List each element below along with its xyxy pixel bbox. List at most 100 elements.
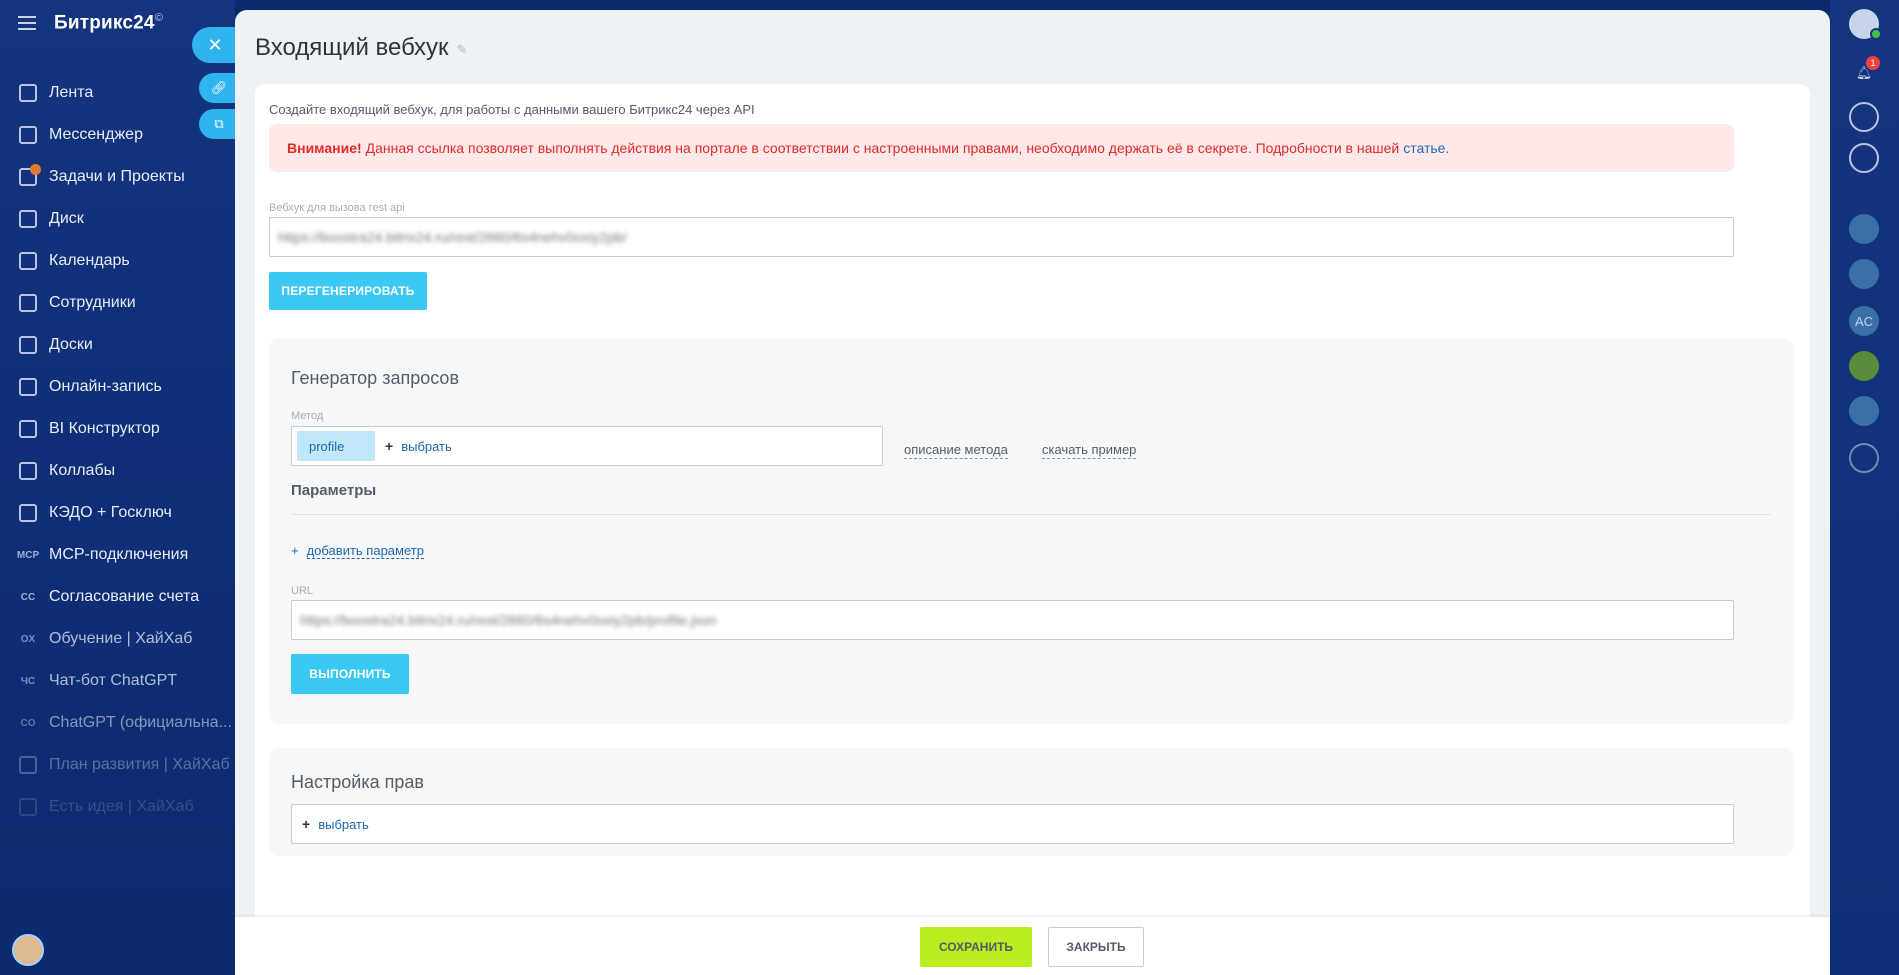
article-link[interactable]: статье. xyxy=(1403,140,1449,156)
sidebar-item[interactable]: Онлайн-запись xyxy=(0,366,235,408)
sidebar-item[interactable]: КЭДО + Госключ xyxy=(0,492,235,534)
copilot-chat-icon[interactable] xyxy=(1849,443,1879,473)
download-example-link[interactable]: скачать пример xyxy=(1042,442,1137,459)
sidebar-item-label: Задачи и Проекты xyxy=(49,168,185,185)
save-button[interactable]: СОХРАНИТЬ xyxy=(920,927,1032,967)
sidebar-item-label: Есть идея | ХайХаб xyxy=(49,798,194,815)
chatgpt-icon: CO xyxy=(20,717,36,729)
sidebar-item-label: BI Конструктор xyxy=(49,420,160,437)
sidebar-item[interactable]: Календарь xyxy=(0,240,235,282)
cc-icon: CC xyxy=(20,591,36,603)
url-label: URL xyxy=(291,585,314,597)
bi-icon xyxy=(19,420,37,438)
rights-section: Настройка прав + выбрать xyxy=(269,748,1794,856)
ac-avatar[interactable]: AC xyxy=(1849,306,1879,336)
right-rail: 🔔︎ AC xyxy=(1830,0,1899,975)
sidebar-item-label: Согласование счета xyxy=(49,588,200,605)
page-title-text: Входящий вебхук xyxy=(255,34,449,61)
webhook-card: Создайте входящий вебхук, для работы с д… xyxy=(255,84,1810,975)
generator-title: Генератор запросов xyxy=(291,368,460,388)
webhook-label: Вебхук для вызова rest api xyxy=(269,202,405,214)
sidebar-item-label: КЭДО + Госключ xyxy=(49,504,172,521)
chatbot-icon: ЧС xyxy=(20,675,36,687)
sidebar-item-label: Календарь xyxy=(49,252,130,269)
sidebar-item[interactable]: BI Конструктор xyxy=(0,408,235,450)
mcp-icon: MCP xyxy=(16,549,40,561)
plus-icon: + xyxy=(302,816,311,832)
slider-close-button[interactable]: ✕ xyxy=(192,27,238,63)
sidebar-item[interactable]: ЧС Чат-бот ChatGPT xyxy=(0,660,235,702)
sidebar-item-label: ChatGPT (официальна... xyxy=(49,714,232,731)
sidebar-item-label: Сотрудники xyxy=(49,294,136,311)
sidebar-item[interactable]: Есть идея | ХайХаб xyxy=(0,786,235,828)
menu-burger-icon[interactable] xyxy=(18,16,36,31)
page-title: Входящий вебхук ✎ xyxy=(255,34,470,62)
webhook-url-value: https://boostra24.bitrix24.ru/rest/2660/… xyxy=(278,229,627,245)
plus-icon: + xyxy=(291,543,299,558)
group-chat-icon[interactable] xyxy=(1849,259,1879,289)
booking-icon xyxy=(19,378,37,396)
regenerate-button[interactable]: ПЕРЕГЕНЕРИРОВАТЬ xyxy=(269,272,427,310)
sidebar-item[interactable]: Сотрудники xyxy=(0,282,235,324)
method-selector: profile + выбрать xyxy=(291,426,883,466)
rights-title: Настройка прав xyxy=(291,772,424,792)
footer-bar: СОХРАНИТЬ ЗАКРЫТЬ xyxy=(235,917,1830,975)
notification-badge: 1 xyxy=(1866,56,1880,70)
calendar-chat-icon[interactable] xyxy=(1849,351,1879,381)
sidebar-item[interactable]: Доски xyxy=(0,324,235,366)
sidebar-item[interactable]: Коллабы xyxy=(0,450,235,492)
alert-text: Данная ссылка позволяет выполнять действ… xyxy=(365,140,1400,156)
brand-logo[interactable]: Битрикс24© xyxy=(54,12,163,34)
close-button[interactable]: ЗАКРЫТЬ xyxy=(1048,927,1144,967)
sidebar-item[interactable]: План развития | ХайХаб xyxy=(0,744,235,786)
rights-selector[interactable]: + выбрать xyxy=(291,804,1734,844)
contact-avatar-icon[interactable] xyxy=(1849,214,1879,244)
copilot-icon[interactable] xyxy=(1849,102,1879,132)
rights-select-label: выбрать xyxy=(318,816,369,832)
add-param-label: добавить параметр xyxy=(306,543,424,559)
sidebar-item[interactable]: CO ChatGPT (официальна... xyxy=(0,702,235,744)
kedo-icon xyxy=(19,504,37,522)
pencil-icon[interactable]: ✎ xyxy=(457,42,470,57)
sidebar-item-label: Мессенджер xyxy=(49,126,143,143)
online-status-icon xyxy=(1870,28,1882,40)
sidebar-item-label: Обучение | ХайХаб xyxy=(49,630,193,647)
request-url-field[interactable]: https://boostra24.bitrix24.ru/rest/2660/… xyxy=(291,600,1734,640)
sidebar-item-label: Лента xyxy=(49,84,94,101)
webhook-slider-panel: Входящий вебхук ✎ Создайте входящий вебх… xyxy=(235,10,1830,975)
boards-icon xyxy=(19,336,37,354)
sidebar-item[interactable]: Диск xyxy=(0,198,235,240)
sidebar-item-label: Коллабы xyxy=(49,462,116,479)
employees-icon xyxy=(19,294,37,312)
close-icon: ✕ xyxy=(207,34,223,55)
method-tag[interactable]: profile xyxy=(297,431,375,461)
sidebar-item-label: Диск xyxy=(49,210,84,227)
request-url-value: https://boostra24.bitrix24.ru/rest/2660/… xyxy=(300,612,717,628)
chat-search-icon[interactable] xyxy=(1849,143,1879,173)
sidebar-item[interactable]: Задачи и Проекты xyxy=(0,156,235,198)
open-new-window-button[interactable]: ⧉ xyxy=(199,109,239,139)
divider xyxy=(291,514,1771,515)
idea-icon xyxy=(19,798,37,816)
sidebar-header: Битрикс24© xyxy=(18,12,163,34)
run-button[interactable]: ВЫПОЛНИТЬ xyxy=(291,654,409,694)
method-description-link[interactable]: описание метода xyxy=(904,442,1008,459)
sidebar-item[interactable]: MCP MCP-подключения xyxy=(0,534,235,576)
disk-icon xyxy=(19,210,37,228)
method-select-link[interactable]: + выбрать xyxy=(385,438,452,454)
plan-icon xyxy=(19,756,37,774)
messenger-icon xyxy=(19,126,37,144)
rights-select-link[interactable]: + выбрать xyxy=(302,816,369,832)
request-generator-section: Генератор запросов Метод profile + выбра… xyxy=(269,338,1794,724)
sidebar-item[interactable]: OX Обучение | ХайХаб xyxy=(0,618,235,660)
sidebar-item-label: План развития | ХайХаб xyxy=(49,756,230,773)
counter-badge xyxy=(30,164,41,175)
sidebar-item[interactable]: CC Согласование счета xyxy=(0,576,235,618)
user-avatar[interactable] xyxy=(12,934,44,966)
feed-icon xyxy=(19,84,37,102)
sidebar-item-label: MCP-подключения xyxy=(49,546,189,563)
webhook-url-field[interactable]: https://boostra24.bitrix24.ru/rest/2660/… xyxy=(269,217,1734,257)
add-param-link[interactable]: + добавить параметр xyxy=(291,543,424,559)
copy-link-button[interactable]: 🔗︎ xyxy=(199,73,239,103)
task-chat-icon[interactable] xyxy=(1849,396,1879,426)
